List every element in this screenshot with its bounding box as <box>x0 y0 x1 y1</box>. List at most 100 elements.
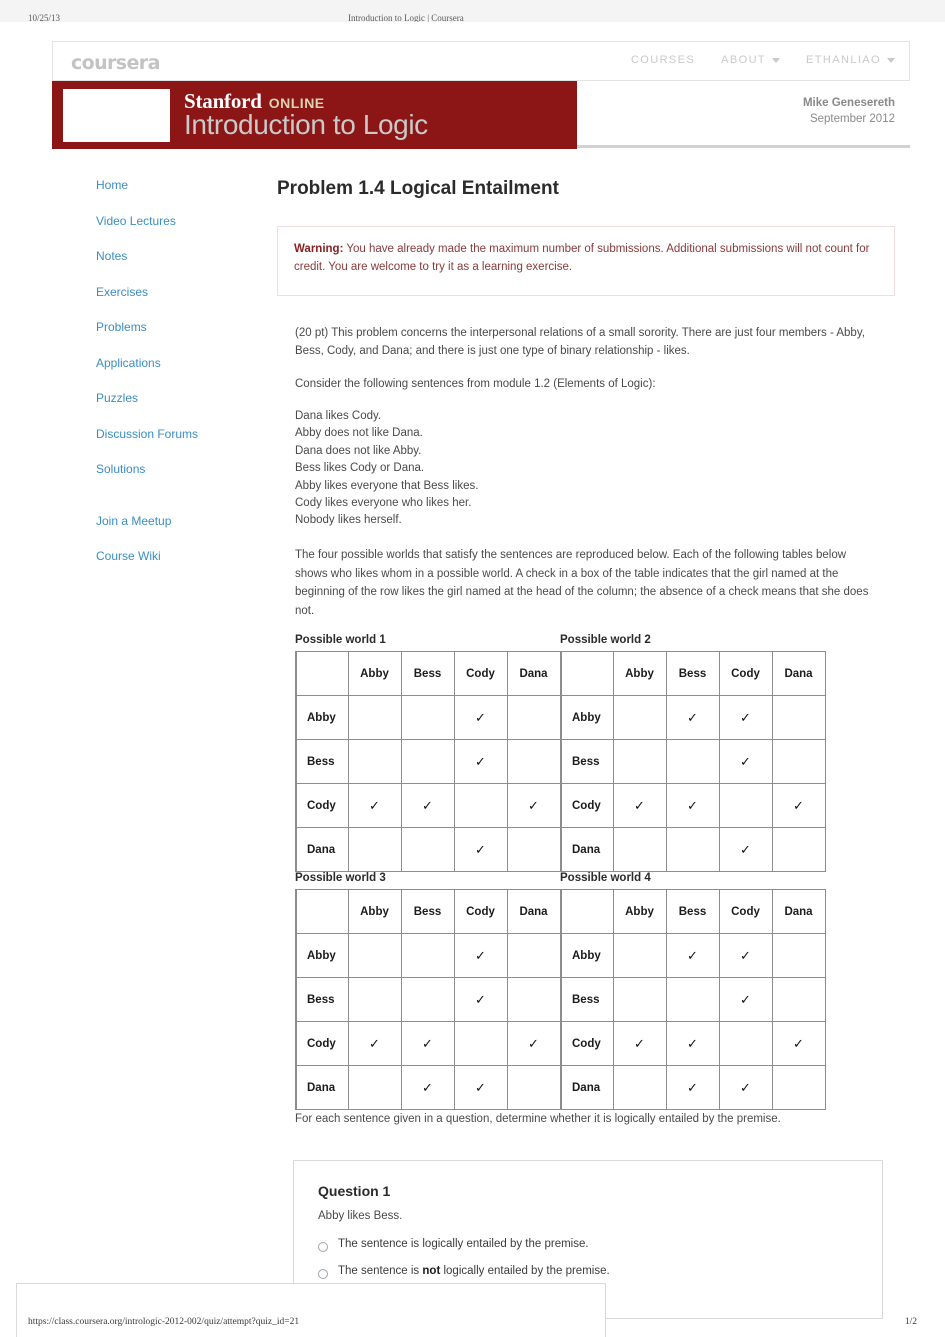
likes-cell: ✓ <box>453 739 508 785</box>
table-row: Abby ✓ <box>295 695 561 741</box>
table-row: Cody ✓ ✓ ✓ <box>295 783 561 829</box>
world-caption: Possible world 4 <box>560 872 651 885</box>
table-row: Cody ✓ ✓ ✓ <box>560 1021 826 1067</box>
row-header: Cody <box>295 1021 349 1067</box>
sidebar-item-notes[interactable]: Notes <box>96 249 276 263</box>
course-title: Introduction to Logic <box>184 109 428 140</box>
likes-cell: ✓ <box>771 1021 826 1067</box>
warning-label: Warning: <box>294 243 344 255</box>
check-icon: ✓ <box>634 1035 645 1051</box>
question-title: Question 1 <box>318 1183 391 1200</box>
warning-body: You have already made the maximum number… <box>294 243 870 274</box>
sidebar-item-discussion-forums[interactable]: Discussion Forums <box>96 427 276 441</box>
row-header: Dana <box>295 1065 349 1111</box>
table-header-row: Abby Bess Cody Dana <box>295 889 561 935</box>
problem-body: (20 pt) This problem concerns the interp… <box>277 324 877 621</box>
likes-cell: ✓ <box>665 1065 720 1111</box>
table-row: Bess ✓ <box>295 739 561 785</box>
question-option-entailed[interactable]: The sentence is logically entailed by th… <box>318 1238 858 1253</box>
print-footer: https://class.coursera.org/intrologic-20… <box>0 1309 945 1337</box>
radio-button-entailed[interactable] <box>318 1242 328 1253</box>
row-header: Cody <box>560 783 614 829</box>
world-caption: Possible world 3 <box>295 872 386 885</box>
table-row: Abby ✓ ✓ <box>560 933 826 979</box>
nav-item-courses[interactable]: COURSES <box>631 54 695 66</box>
course-date: September 2012 <box>809 113 895 125</box>
top-nav: COURSES ABOUT ETHANLIAO <box>631 54 895 66</box>
likes-cell: ✓ <box>718 739 773 785</box>
check-icon: ✓ <box>475 1079 486 1095</box>
premise-sentence: Abby does not like Dana. <box>295 427 423 440</box>
check-icon: ✓ <box>422 1079 433 1095</box>
likes-cell: ✓ <box>771 783 826 829</box>
column-header: Cody <box>718 651 773 697</box>
likes-cell <box>665 827 720 873</box>
table-corner-cell <box>560 651 614 697</box>
question-prompt: Abby likes Bess. <box>318 1210 403 1223</box>
print-footer-url: https://class.coursera.org/intrologic-20… <box>28 1317 300 1327</box>
likes-cell <box>347 977 402 1023</box>
premise-sentence: Nobody likes herself. <box>295 514 402 527</box>
sidebar-item-course-wiki[interactable]: Course Wiki <box>96 549 276 563</box>
table-row: Bess ✓ <box>295 977 561 1023</box>
column-header: Dana <box>771 889 826 935</box>
likes-cell <box>347 1065 402 1111</box>
question-option-not-entailed[interactable]: The sentence is not logically entailed b… <box>318 1265 858 1280</box>
check-icon: ✓ <box>475 753 486 769</box>
sidebar-item-puzzles[interactable]: Puzzles <box>96 391 276 405</box>
possible-worlds-tables: Possible world 1 Abby Bess Cody Dana Abby ✓ Be… <box>295 634 897 1111</box>
column-header: Cody <box>453 651 508 697</box>
likes-cell: ✓ <box>506 1021 561 1067</box>
likes-cell <box>400 739 455 785</box>
likes-cell: ✓ <box>665 933 720 979</box>
worlds-row-top: Possible world 1 Abby Bess Cody Dana Abby ✓ Be… <box>295 634 897 873</box>
consider-paragraph: Consider the following sentences from mo… <box>295 378 656 391</box>
likes-cell: ✓ <box>453 827 508 873</box>
table-row: Dana ✓ ✓ <box>560 1065 826 1111</box>
nav-item-account[interactable]: ETHANLIAO <box>806 54 895 66</box>
column-header: Dana <box>506 889 561 935</box>
likes-cell <box>771 933 826 979</box>
sidebar-item-home[interactable]: Home <box>96 178 276 192</box>
sidebar-item-solutions[interactable]: Solutions <box>96 462 276 476</box>
page-root: 10/25/13 Introduction to Logic | Courser… <box>0 0 945 1337</box>
row-header: Bess <box>560 977 614 1023</box>
sidebar-item-video-lectures[interactable]: Video Lectures <box>96 214 276 228</box>
row-header: Cody <box>295 783 349 829</box>
print-header-title: Introduction to Logic | Coursera <box>348 13 464 22</box>
column-header: Abby <box>612 889 667 935</box>
sidebar-item-exercises[interactable]: Exercises <box>96 285 276 299</box>
sidebar-item-applications[interactable]: Applications <box>96 356 276 370</box>
coursera-logo[interactable]: coursera <box>71 52 160 74</box>
sidebar-item-problems[interactable]: Problems <box>96 320 276 334</box>
check-icon: ✓ <box>687 947 698 963</box>
likes-cell <box>506 977 561 1023</box>
world-caption: Possible world 1 <box>295 634 386 647</box>
likes-cell <box>347 695 402 741</box>
table-row: Cody ✓ ✓ ✓ <box>295 1021 561 1067</box>
stanford-logo-placeholder <box>63 89 170 142</box>
check-icon: ✓ <box>740 991 751 1007</box>
row-header: Dana <box>560 1065 614 1111</box>
likes-cell: ✓ <box>347 783 402 829</box>
chevron-down-icon <box>772 57 781 63</box>
likes-cell <box>347 933 402 979</box>
check-icon: ✓ <box>369 797 380 813</box>
check-icon: ✓ <box>687 1079 698 1095</box>
chevron-down-icon <box>887 57 895 63</box>
column-header: Bess <box>665 651 720 697</box>
likes-cell: ✓ <box>400 1065 455 1111</box>
worlds-row-bottom: Possible world 3 Abby Bess Cody Dana Abby ✓ Be… <box>295 872 897 1111</box>
table-row: Bess ✓ <box>560 739 826 785</box>
nav-item-about[interactable]: ABOUT <box>721 54 781 66</box>
world-table: Abby Bess Cody Dana Abby ✓ ✓ Bess ✓ Cody ✓ ✓ ✓ Dana ✓ ✓ <box>560 889 826 1111</box>
likes-cell: ✓ <box>612 783 667 829</box>
likes-cell: ✓ <box>665 695 720 741</box>
check-icon: ✓ <box>528 1035 539 1051</box>
sidebar-item-join-a-meetup[interactable]: Join a Meetup <box>96 514 276 528</box>
likes-cell: ✓ <box>665 783 720 829</box>
radio-button-not-entailed[interactable] <box>318 1269 328 1280</box>
intro-paragraph: (20 pt) This problem concerns the interp… <box>295 326 865 358</box>
column-header: Bess <box>400 651 455 697</box>
check-icon: ✓ <box>475 947 486 963</box>
